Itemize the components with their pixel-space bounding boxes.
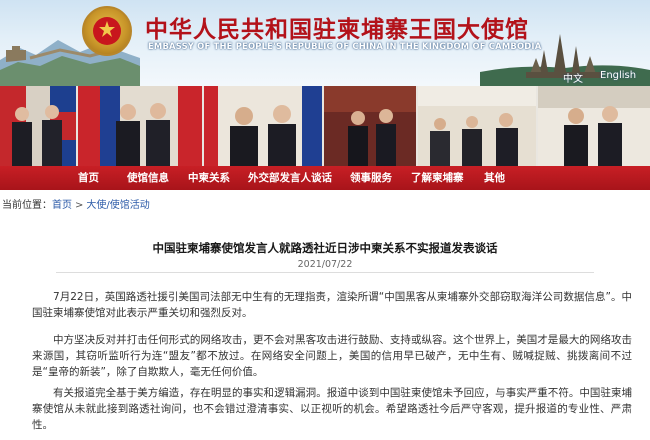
photo-leaders-handshake-5	[538, 86, 650, 166]
photo-strip	[0, 86, 650, 166]
nav-item-embassy-info[interactable]: 使馆信息	[127, 166, 169, 190]
nav-item-consular[interactable]: 领事服务	[350, 166, 392, 190]
breadcrumb: 当前位置：首页 > 大使/使馆活动	[2, 196, 150, 211]
site-title-english: EMBASSY OF THE PEOPLE'S REPUBLIC OF CHIN…	[148, 41, 542, 51]
breadcrumb-prefix: 当前位置：	[2, 200, 52, 211]
article-paragraph-3: 有关报道完全基于美方编造，存在明显的事实和逻辑漏洞。报道中谈到中国驻柬使馆未予回…	[32, 387, 632, 431]
nav-item-others[interactable]: 其他	[484, 166, 505, 190]
article-paragraph-1: 7月22日，英国路透社援引美国司法部无中生有的无理指责，渲染所谓“中国黑客从柬埔…	[32, 291, 632, 319]
breadcrumb-section-link[interactable]: 大使/使馆活动	[86, 200, 149, 211]
breadcrumb-separator: >	[75, 200, 84, 211]
article-date: 2021/07/22	[297, 259, 353, 270]
nav-item-about-cambodia[interactable]: 了解柬埔寨	[411, 166, 464, 190]
photo-leaders-handshake-3	[204, 86, 322, 166]
site-title: 中华人民共和国驻柬埔寨王国大使馆	[145, 16, 529, 43]
article-title: 中国驻柬埔寨使馆发言人就路透社近日涉中柬关系不实报道发表谈话	[152, 241, 498, 255]
lang-chinese-link[interactable]: 中文	[563, 70, 583, 85]
lang-english-link[interactable]: English	[600, 70, 636, 81]
nav-item-spokesperson[interactable]: 外交部发言人谈话	[248, 166, 332, 190]
nav-item-home[interactable]: 首页	[78, 166, 99, 190]
photo-leaders-handshake-4	[324, 86, 416, 166]
title-divider	[56, 272, 594, 273]
photo-leaders-handshake-2	[78, 86, 202, 166]
article-paragraph-2: 中方坚决反对并打击任何形式的网络攻击，更不会对黑客攻击进行鼓励、支持或纵容。这个…	[32, 334, 632, 378]
nav-item-relations[interactable]: 中柬关系	[188, 166, 230, 190]
photo-leaders-handshake-1	[0, 86, 76, 166]
photo-meeting	[418, 86, 536, 166]
breadcrumb-home-link[interactable]: 首页	[52, 200, 72, 211]
national-emblem-icon	[82, 6, 132, 56]
main-nav: 首页 使馆信息 中柬关系 外交部发言人谈话 领事服务 了解柬埔寨 其他	[0, 166, 650, 190]
site-banner: 中华人民共和国驻柬埔寨王国大使馆 EMBASSY OF THE PEOPLE'S…	[0, 0, 650, 86]
